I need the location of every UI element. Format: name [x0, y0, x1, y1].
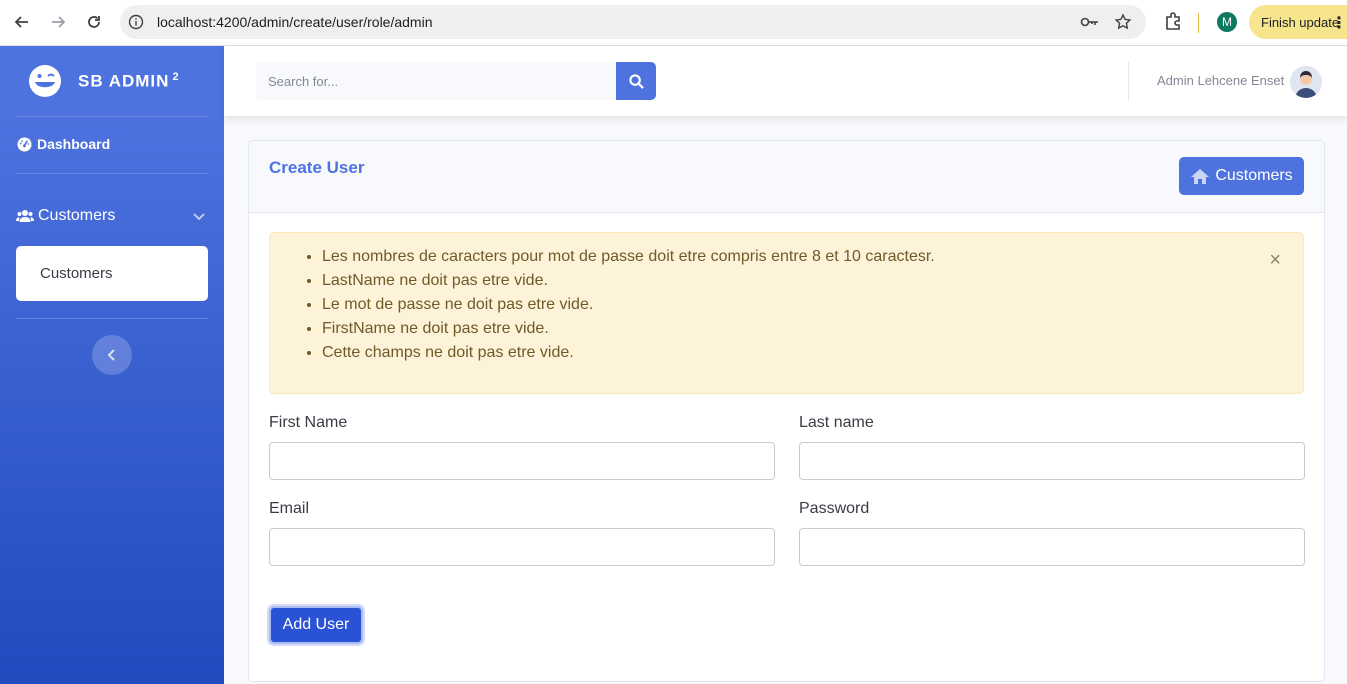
- profile-avatar[interactable]: M: [1217, 12, 1237, 32]
- sidebar-submenu: Customers: [16, 246, 208, 301]
- sidebar-toggle-button[interactable]: [92, 335, 132, 375]
- submenu-item-customers[interactable]: Customers: [40, 265, 113, 282]
- forward-icon[interactable]: [47, 11, 69, 33]
- sidebar-divider: [16, 318, 208, 319]
- user-name[interactable]: Admin Lehcene Enset: [1157, 73, 1284, 88]
- error-list: Les nombres de caracters pour mot de pas…: [322, 248, 935, 368]
- laugh-wink-icon: [29, 65, 61, 97]
- reload-icon[interactable]: [83, 11, 105, 33]
- close-icon[interactable]: ×: [1269, 249, 1281, 272]
- toolbar-separator: [1198, 13, 1199, 33]
- sidebar-item-label: Customers: [38, 207, 116, 224]
- card-header: Create User Customers: [249, 141, 1324, 213]
- bookmark-star-icon[interactable]: [1114, 13, 1132, 36]
- customers-button[interactable]: Customers: [1179, 157, 1304, 195]
- page-title: Create User: [269, 158, 365, 177]
- brand-text: SB ADMIN 2: [78, 70, 180, 91]
- list-item: Les nombres de caracters pour mot de pas…: [322, 248, 935, 272]
- sidebar: SB ADMIN 2 Dashboard Customers Customers: [0, 46, 224, 684]
- users-icon: [16, 210, 34, 222]
- password-key-icon[interactable]: [1080, 14, 1100, 35]
- avatar[interactable]: [1290, 66, 1322, 98]
- sidebar-brand[interactable]: SB ADMIN 2: [28, 64, 180, 98]
- list-item: Cette champs ne doit pas etre vide.: [322, 344, 935, 368]
- search-icon: [628, 73, 644, 89]
- extensions-icon[interactable]: [1163, 11, 1183, 36]
- first-name-field[interactable]: [269, 442, 775, 480]
- validation-alert: Les nombres de caracters pour mot de pas…: [269, 232, 1304, 394]
- list-item: FirstName ne doit pas etre vide.: [322, 320, 935, 344]
- back-icon[interactable]: [11, 11, 33, 33]
- email-label: Email: [269, 500, 310, 517]
- user-avatar-icon: [1290, 66, 1322, 98]
- topbar-divider: [1128, 62, 1129, 100]
- finish-update-button[interactable]: Finish update ⋮: [1249, 5, 1347, 39]
- add-user-button[interactable]: Add User: [269, 606, 363, 644]
- browser-toolbar: localhost:4200/admin/create/user/role/ad…: [0, 0, 1347, 46]
- sidebar-item-customers[interactable]: Customers: [16, 207, 208, 225]
- sidebar-divider: [16, 116, 208, 117]
- finish-update-label: Finish update: [1261, 15, 1340, 30]
- last-name-label: Last name: [799, 414, 874, 431]
- create-user-card: Create User Customers Les nombres de car…: [248, 140, 1325, 682]
- tachometer-icon: [17, 136, 32, 152]
- search-button[interactable]: [616, 62, 656, 100]
- list-item: LastName ne doit pas etre vide.: [322, 272, 935, 296]
- sidebar-item-label: Dashboard: [37, 136, 111, 152]
- sidebar-item-dashboard[interactable]: Dashboard: [17, 136, 110, 152]
- search-box: [256, 62, 616, 100]
- chevron-left-icon: [107, 349, 115, 361]
- address-bar[interactable]: localhost:4200/admin/create/user/role/ad…: [120, 5, 1146, 39]
- topbar: Admin Lehcene Enset: [224, 46, 1347, 116]
- password-field[interactable]: [799, 528, 1305, 566]
- home-icon: [1191, 168, 1210, 184]
- chevron-down-icon: [193, 213, 205, 221]
- last-name-field[interactable]: [799, 442, 1305, 480]
- site-info-icon[interactable]: [128, 14, 144, 35]
- first-name-label: First Name: [269, 414, 348, 431]
- sidebar-divider: [16, 173, 208, 174]
- email-field[interactable]: [269, 528, 775, 566]
- url-text[interactable]: localhost:4200/admin/create/user/role/ad…: [157, 14, 433, 30]
- password-label: Password: [799, 500, 870, 517]
- list-item: Le mot de passe ne doit pas etre vide.: [322, 296, 935, 320]
- search-input[interactable]: [256, 62, 616, 100]
- customers-button-label: Customers: [1215, 167, 1293, 184]
- menu-dots-icon[interactable]: ⋮: [1331, 13, 1347, 33]
